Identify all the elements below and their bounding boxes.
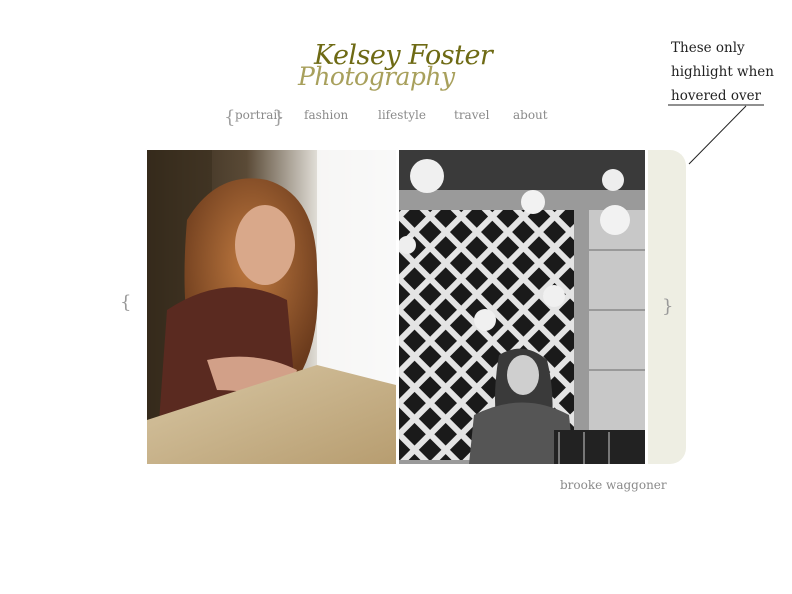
nav-item-lifestyle[interactable]: lifestyle bbox=[378, 108, 426, 122]
photo-gallery bbox=[147, 150, 645, 464]
nav-close-brace: } bbox=[273, 107, 285, 128]
portrait-photo-color[interactable] bbox=[147, 150, 396, 464]
next-arrow: } bbox=[662, 296, 674, 317]
nav-open-brace: { bbox=[224, 107, 236, 128]
annotation-line-1: These only bbox=[671, 40, 745, 56]
next-arrow-panel[interactable]: } bbox=[648, 150, 686, 464]
photo-caption: brooke waggoner bbox=[560, 478, 667, 492]
site-logo[interactable]: Kelsey Foster Photography bbox=[296, 40, 506, 92]
nav-item-fashion[interactable]: fashion bbox=[304, 108, 348, 122]
annotation-note: These only highlight when hovered over bbox=[671, 36, 781, 108]
nav-item-travel[interactable]: travel bbox=[454, 108, 489, 122]
previous-arrow[interactable]: { bbox=[120, 292, 131, 313]
portrait-photo-bw[interactable] bbox=[399, 150, 645, 464]
main-nav: { portrait } fashion lifestyle travel ab… bbox=[0, 107, 792, 128]
annotation-line-2: highlight when bbox=[671, 64, 774, 80]
annotation-line-3: hovered over bbox=[671, 88, 762, 104]
nav-item-about[interactable]: about bbox=[513, 108, 548, 122]
logo-subtitle: Photography bbox=[298, 62, 455, 91]
